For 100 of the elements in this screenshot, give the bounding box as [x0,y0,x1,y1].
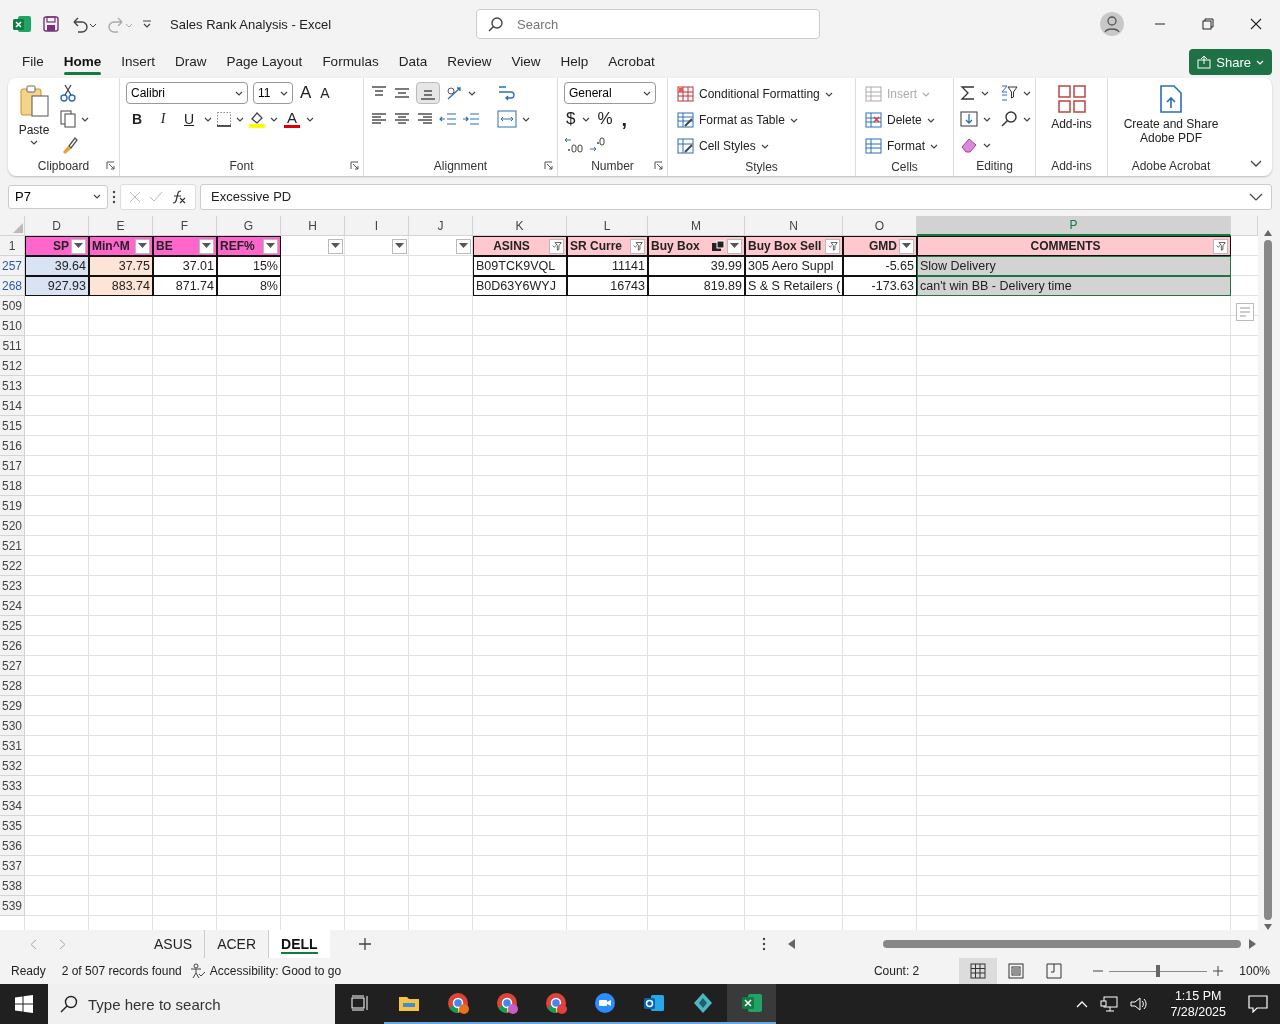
row-number[interactable]: 518 [0,476,25,496]
add-sheet-icon[interactable] [357,937,372,951]
caret-icon[interactable] [468,90,476,96]
delete-button[interactable]: Delete [862,108,941,133]
row-number[interactable]: 517 [0,456,25,476]
format-button[interactable]: Format [862,134,941,159]
row-number[interactable]: 521 [0,536,25,556]
row-number[interactable]: 520 [0,516,25,536]
filter-button[interactable] [263,238,278,254]
dialog-launcher-icon[interactable] [106,161,115,171]
windows-start-icon[interactable] [15,995,33,1013]
row-number[interactable]: 515 [0,416,25,436]
volume-icon[interactable] [1130,996,1149,1012]
column-letter[interactable]: G [217,216,281,236]
column-letter[interactable]: D [25,216,89,236]
task-view-icon[interactable] [350,995,369,1011]
row-number[interactable]: 514 [0,396,25,416]
caret-icon[interactable] [280,90,288,96]
spreadsheet-icon[interactable] [739,991,764,1015]
dropdown-icon[interactable] [266,243,275,249]
caret-icon[interactable] [235,90,243,96]
merge-cells-icon[interactable] [497,110,517,129]
row-number[interactable]: 257 [0,256,25,276]
menu-tab[interactable]: Data [388,49,438,76]
grid-icon[interactable] [1056,84,1087,115]
menu-tab[interactable]: Insert [111,49,166,76]
row-number[interactable]: 510 [0,316,25,336]
row-number[interactable]: 530 [0,716,25,736]
column-letter[interactable]: E [89,216,153,236]
caret-icon[interactable] [522,116,530,122]
caret-icon[interactable] [93,194,101,200]
sheet-tab[interactable]: DELL [269,930,330,958]
grid-icon[interactable] [865,112,882,129]
caret-icon[interactable] [81,116,89,122]
page-break-view-icon[interactable] [1046,963,1063,979]
row-number[interactable]: 516 [0,436,25,456]
dialog-launcher-icon[interactable] [654,161,663,171]
dropdown-icon[interactable] [730,243,739,249]
grow-font-button[interactable]: A [298,83,314,104]
filter-button[interactable] [456,238,471,254]
column-letter[interactable]: F [153,216,217,236]
italic-button[interactable]: I [152,111,174,128]
chart-icon[interactable] [711,240,725,252]
restore-icon[interactable] [1202,18,1214,30]
row-number[interactable]: 539 [0,896,25,916]
table-icon[interactable] [677,112,694,129]
expand-icon[interactable] [1249,192,1263,201]
conditional-formatting-button[interactable]: Conditional Formatting [674,82,836,107]
row-number[interactable]: 519 [0,496,25,516]
sum-icon[interactable] [960,84,976,103]
menu-tab[interactable]: Review [437,49,502,76]
caret-icon[interactable] [983,142,991,148]
shrink-font-button[interactable]: A [318,85,332,102]
share-button[interactable]: Share [1189,49,1272,76]
accessibility-icon[interactable] [189,963,206,979]
format-painter-icon[interactable] [60,136,78,155]
scrollbar-thumb[interactable] [883,940,1241,948]
column-letter[interactable]: M [648,216,745,236]
share-icon[interactable] [1197,55,1212,70]
caret-icon[interactable] [236,116,244,122]
caret-icon[interactable] [930,143,938,149]
row-number[interactable]: 523 [0,576,25,596]
clock-date[interactable]: 7/28/2025 [1170,1004,1226,1020]
row-number[interactable]: 527 [0,656,25,676]
caret-icon[interactable] [981,90,989,96]
menu-tab[interactable]: Draw [165,49,217,76]
dropdown-icon[interactable] [902,243,911,249]
browser-icon[interactable] [543,991,568,1015]
menu-tab[interactable]: Help [550,49,599,76]
caret-icon[interactable] [204,116,212,122]
row-number[interactable]: 268 [0,276,25,296]
dropdown-icon[interactable] [459,243,468,249]
menu-tab[interactable]: View [501,49,551,76]
formula-field[interactable]: Excessive PD [200,183,1272,210]
excel-logo-icon[interactable] [12,14,32,34]
create-pdf-button[interactable]: Create and Share Adobe PDF [1114,82,1228,157]
user-avatar-icon[interactable] [1100,12,1124,36]
caret-icon[interactable] [983,116,991,122]
chevron-up-icon[interactable] [1076,1000,1089,1008]
menu-tab[interactable]: File [12,49,54,76]
menu-tab[interactable]: Home [53,49,112,76]
save-icon[interactable] [42,15,60,33]
grid-icon[interactable] [865,138,882,155]
caret-icon[interactable] [760,143,769,149]
browser-icon[interactable] [445,991,470,1015]
row-number[interactable]: 531 [0,736,25,756]
search-field[interactable]: Search [476,9,820,39]
column-letter[interactable]: O [843,216,917,236]
font-name-dropdown[interactable]: Calibri [126,82,248,105]
dropdown-icon[interactable] [395,243,404,249]
video-icon[interactable] [592,991,617,1015]
format-as-table-button[interactable]: Format as Table [674,108,836,133]
fill-color-icon[interactable] [248,110,266,129]
caret-icon[interactable] [582,116,591,122]
column-letter[interactable]: L [567,216,648,236]
row-number[interactable]: 537 [0,856,25,876]
row-number[interactable]: 525 [0,616,25,636]
dialog-launcher-icon[interactable] [350,161,359,171]
scroll-up-icon[interactable] [1264,230,1272,236]
zoom-level[interactable]: 100% [1239,964,1270,978]
